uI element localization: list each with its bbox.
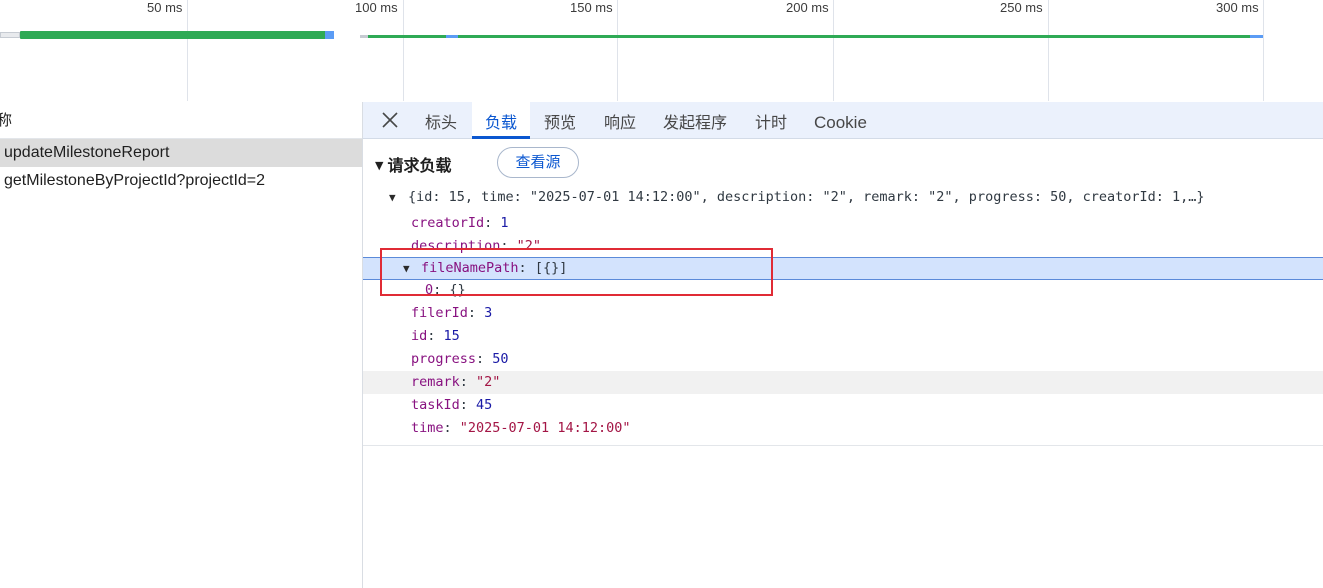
timeline-gridline bbox=[1263, 0, 1264, 101]
payload-object-summary[interactable]: ▼ {id: 15, time: "2025-07-01 14:12:00", … bbox=[363, 186, 1323, 209]
property-key: creatorId bbox=[411, 215, 485, 231]
payload-summary-text: {id: 15, time: "2025-07-01 14:12:00", de… bbox=[408, 189, 1205, 205]
tab-headers[interactable]: 标头 bbox=[425, 102, 457, 138]
name-column-header[interactable]: 称 bbox=[0, 102, 362, 139]
view-source-button[interactable]: 查看源 bbox=[497, 147, 579, 178]
timeline-tick-label: 300 ms bbox=[1216, 0, 1259, 15]
request-details-panel: 标头 负载 预览 响应 发起程序 计时 Cookie ▼ 请求负载 查看源 ▼ {… bbox=[363, 102, 1323, 588]
timeline-tick-label: 200 ms bbox=[786, 0, 829, 15]
property-key: filerId bbox=[411, 305, 468, 321]
timeline-bar-download bbox=[1250, 35, 1263, 38]
timeline-bar-download bbox=[325, 31, 334, 39]
tab-preview[interactable]: 预览 bbox=[544, 102, 576, 138]
request-name: getMilestoneByProjectId?projectId=2 bbox=[4, 172, 266, 189]
timeline-overview[interactable]: 50 ms 100 ms 150 ms 200 ms 250 ms 300 ms bbox=[0, 0, 1323, 103]
section-divider bbox=[363, 445, 1323, 446]
timeline-bar-waiting bbox=[20, 31, 332, 39]
payload-property-row[interactable]: remark: "2" bbox=[363, 371, 1323, 394]
section-title: 请求负载 bbox=[387, 156, 452, 175]
timeline-tick-label: 100 ms bbox=[355, 0, 398, 15]
timeline-tick-label: 150 ms bbox=[570, 0, 613, 15]
property-key: remark bbox=[411, 374, 460, 390]
request-row-get-milestone-by-project-id[interactable]: getMilestoneByProjectId?projectId=2 bbox=[0, 167, 362, 195]
triangle-down-icon: ▼ bbox=[389, 191, 396, 204]
timeline-bar-waiting bbox=[368, 35, 446, 38]
property-key: taskId bbox=[411, 397, 460, 413]
close-icon[interactable] bbox=[379, 109, 401, 131]
request-list-panel: 称 updateMilestoneReport getMilestoneByPr… bbox=[0, 102, 363, 588]
timeline-gridline bbox=[187, 0, 188, 101]
tab-timing[interactable]: 计时 bbox=[755, 102, 787, 138]
request-name: updateMilestoneReport bbox=[4, 144, 170, 161]
property-value: 15 bbox=[443, 328, 460, 344]
tab-payload[interactable]: 负载 bbox=[472, 102, 531, 139]
property-value: "2" bbox=[476, 374, 501, 390]
timeline-bar-queue bbox=[0, 32, 20, 38]
tab-cookies[interactable]: Cookie bbox=[814, 102, 867, 138]
tab-initiator[interactable]: 发起程序 bbox=[663, 102, 727, 138]
payload-property-row[interactable]: taskId: 45 bbox=[363, 394, 1323, 417]
property-key: time bbox=[411, 420, 444, 436]
timeline-bar-queue bbox=[360, 35, 368, 38]
property-value: 1 bbox=[500, 215, 509, 231]
payload-property-row[interactable]: creatorId: 1 bbox=[363, 212, 1323, 235]
details-tab-bar: 标头 负载 预览 响应 发起程序 计时 Cookie bbox=[363, 102, 1323, 139]
annotation-highlight-box bbox=[380, 248, 773, 296]
payload-property-row[interactable]: filerId: 3 bbox=[363, 302, 1323, 325]
property-value: "2025-07-01 14:12:00" bbox=[459, 420, 631, 436]
timeline-gridline bbox=[617, 0, 618, 101]
timeline-bar-waiting bbox=[458, 35, 1250, 38]
timeline-tick-label: 250 ms bbox=[1000, 0, 1043, 15]
timeline-gridline bbox=[833, 0, 834, 101]
property-key: id bbox=[411, 328, 428, 344]
timeline-gridline bbox=[403, 0, 404, 101]
timeline-bar-download bbox=[446, 35, 458, 38]
payload-property-row[interactable]: id: 15 bbox=[363, 325, 1323, 348]
tab-response[interactable]: 响应 bbox=[604, 102, 636, 138]
property-key: progress bbox=[411, 351, 477, 367]
triangle-down-icon: ▼ bbox=[375, 159, 384, 172]
name-column-label: 称 bbox=[0, 111, 13, 129]
request-payload-section-header[interactable]: ▼ 请求负载 bbox=[375, 152, 451, 176]
payload-property-row[interactable]: time: "2025-07-01 14:12:00" bbox=[363, 417, 1323, 440]
timeline-gridline bbox=[1048, 0, 1049, 101]
property-value: 50 bbox=[492, 351, 509, 367]
property-value: 45 bbox=[476, 397, 493, 413]
timeline-tick-label: 50 ms bbox=[147, 0, 183, 15]
payload-property-row[interactable]: progress: 50 bbox=[363, 348, 1323, 371]
request-row-update-milestone-report[interactable]: updateMilestoneReport bbox=[0, 139, 362, 167]
property-value: 3 bbox=[484, 305, 493, 321]
